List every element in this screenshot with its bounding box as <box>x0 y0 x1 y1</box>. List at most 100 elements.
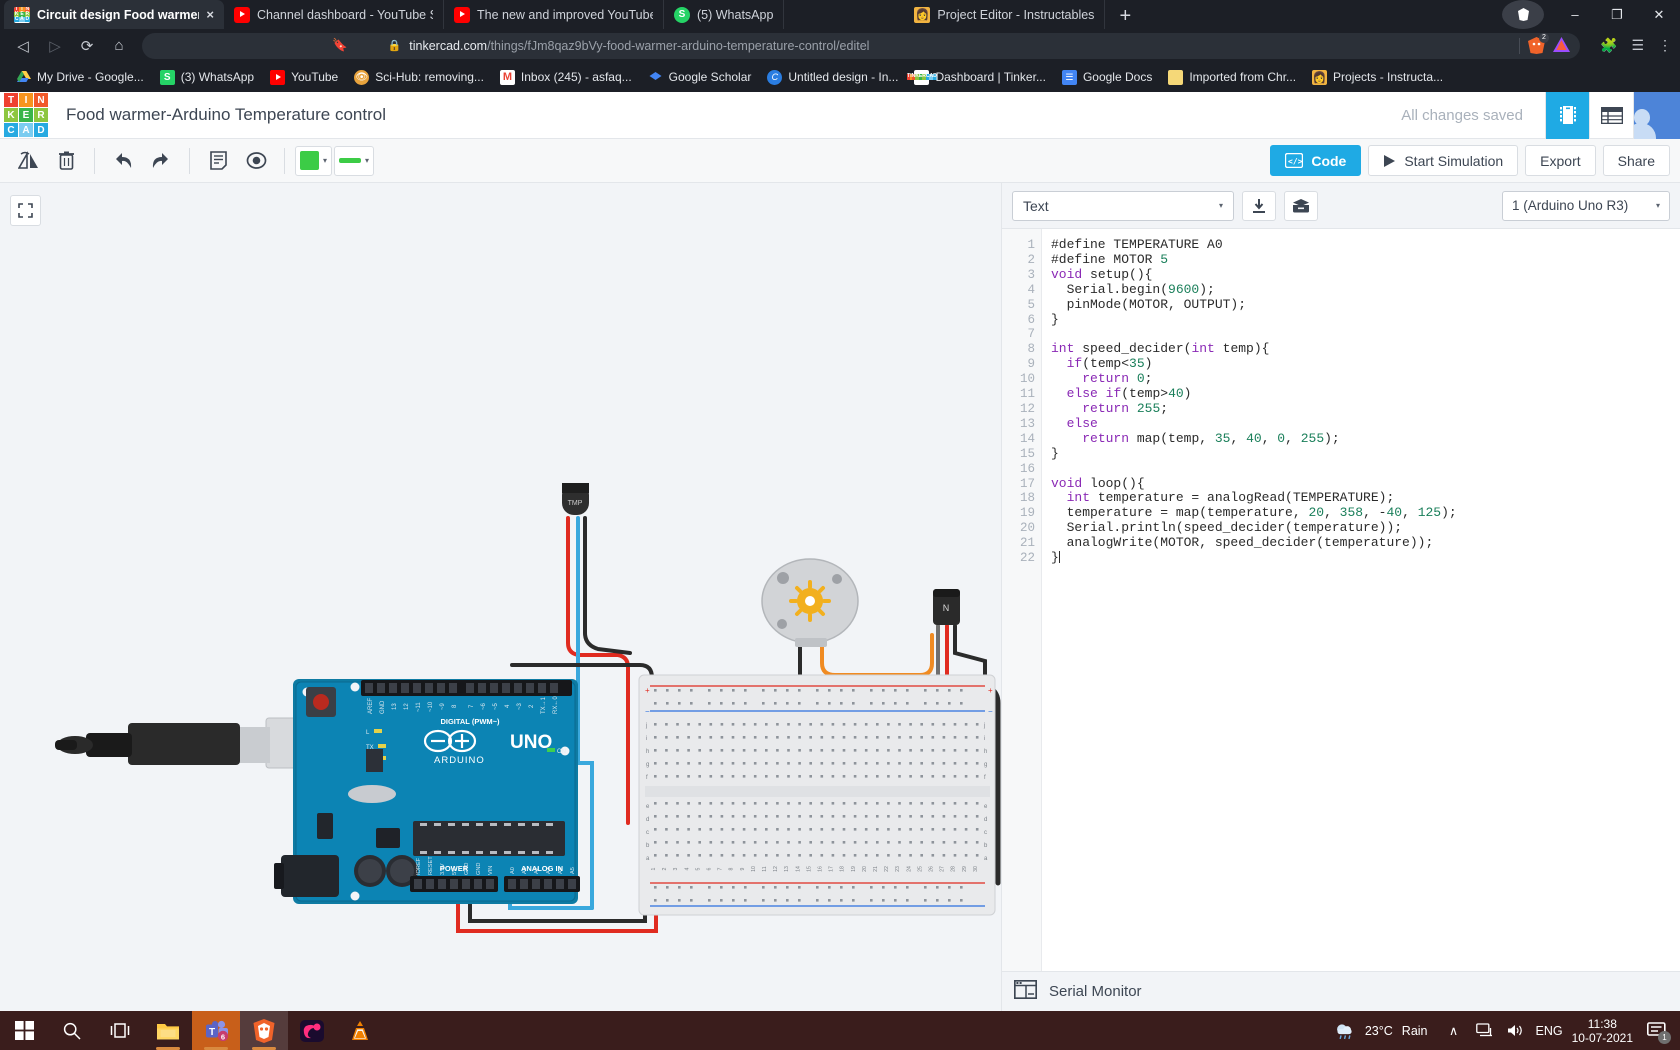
youtube-icon <box>234 7 250 23</box>
serial-monitor-bar[interactable]: Serial Monitor <box>1002 971 1680 1011</box>
avatar[interactable] <box>1633 92 1680 139</box>
tab-youtube-studio[interactable]: Channel dashboard - YouTube Studio <box>224 0 444 29</box>
tab-instructables[interactable]: Project Editor - Instructables <box>904 0 1105 29</box>
circuit-diagram[interactable]: TMP <box>0 183 1001 1011</box>
bookmark-youtube[interactable]: YouTube <box>262 67 346 88</box>
bookmark-google-docs[interactable]: ☰ Google Docs <box>1054 67 1160 88</box>
back-icon[interactable]: ◁ <box>8 32 38 60</box>
tab-title: Project Editor - Instructables <box>937 8 1094 22</box>
forward-icon[interactable]: ▷ <box>40 32 70 60</box>
code-mode-select[interactable]: Text ▾ <box>1012 191 1234 221</box>
brave-rewards-triangle-icon[interactable] <box>1553 37 1570 55</box>
weather-temperature[interactable]: 23°C <box>1365 1024 1393 1038</box>
file-explorer[interactable] <box>144 1011 192 1050</box>
fit-view-button[interactable] <box>10 195 41 226</box>
tab-whatsapp[interactable]: S (5) WhatsApp <box>664 0 784 29</box>
wire-color-picker[interactable]: ▾ <box>334 146 374 176</box>
clock[interactable]: 11:38 10-07-2021 <box>1572 1017 1633 1045</box>
bookmark-label: Dashboard | Tinker... <box>935 70 1046 84</box>
svg-text:h: h <box>646 749 649 755</box>
tinkercad-logo[interactable]: T I N K E R C A D <box>4 93 48 137</box>
chip-icon[interactable] <box>1545 92 1589 139</box>
bookmark-whatsapp[interactable]: S (3) WhatsApp <box>152 67 262 88</box>
bookmark-star-icon[interactable]: 🔖 <box>332 38 348 53</box>
browser-menu-icon[interactable]: ⋮ <box>1658 37 1672 54</box>
maximize-button[interactable]: ❐ <box>1596 0 1638 29</box>
address-bar[interactable]: 🔖 🔒 tinkercad.com/things/fJm8qaz9bVy-foo… <box>142 33 1580 59</box>
playlist-icon[interactable]: ☰ <box>1631 37 1644 54</box>
tab-tinkercad[interactable]: TIN KER CAD Circuit design Food warmer-A… <box>4 0 224 29</box>
tab-close-icon[interactable]: × <box>206 7 214 22</box>
bookmark-scihub[interactable]: 👁 Sci-Hub: removing... <box>346 67 492 88</box>
svg-text:~6: ~6 <box>481 702 487 710</box>
bookmark-instructables-projects[interactable]: Projects - Instructa... <box>1304 67 1451 88</box>
svg-text:18: 18 <box>840 866 846 872</box>
code-text[interactable]: #define TEMPERATURE A0 #define MOTOR 5 v… <box>1042 229 1680 971</box>
svg-text:15: 15 <box>806 866 812 872</box>
canva[interactable] <box>288 1011 336 1050</box>
eye-icon[interactable] <box>238 144 274 178</box>
component-color-picker[interactable]: ▾ <box>295 146 332 176</box>
trash-icon[interactable] <box>48 144 84 178</box>
bookmark-tinkercad-dashboard[interactable]: TIN KER CAD Dashboard | Tinker... <box>906 67 1054 88</box>
bookmark-my-drive[interactable]: My Drive - Google... <box>8 67 152 88</box>
code-mode-value: Text <box>1023 198 1049 214</box>
brave-shields-icon[interactable]: 2 <box>1528 37 1545 54</box>
svg-text:TX→1: TX→1 <box>541 696 547 714</box>
extensions-puzzle-icon[interactable]: 🧩 <box>1600 37 1617 54</box>
code-button[interactable]: </> Code <box>1270 145 1361 176</box>
rotate-icon[interactable] <box>10 144 46 178</box>
bookmark-gmail-inbox[interactable]: M Inbox (245) - asfaq... <box>492 67 640 88</box>
arduino-uno-r3: AREF GND 13 12 ~11 ~10 ~9 8 7 ~6 ~5 4 ~3… <box>274 679 580 904</box>
board-select[interactable]: 1 (Arduino Uno R3) ▾ <box>1502 191 1670 221</box>
windows-taskbar: T 6 <box>0 1011 1680 1050</box>
table-icon[interactable] <box>1589 92 1633 139</box>
microsoft-teams[interactable]: T 6 <box>192 1011 240 1050</box>
svg-text:17: 17 <box>829 866 835 872</box>
svg-text:~3: ~3 <box>517 702 523 710</box>
task-view-icon[interactable] <box>96 1011 144 1050</box>
logo-letter: N <box>34 93 48 107</box>
avatar-body <box>1633 123 1656 139</box>
weather-condition[interactable]: Rain <box>1402 1024 1428 1038</box>
svg-text:g: g <box>646 762 649 768</box>
minimize-button[interactable]: – <box>1554 0 1596 29</box>
language-indicator[interactable]: ENG <box>1536 1024 1563 1038</box>
chevron-up-icon[interactable]: ∧ <box>1443 1016 1465 1046</box>
library-icon[interactable] <box>1284 191 1318 221</box>
bookmark-imported-folder[interactable]: Imported from Chr... <box>1160 67 1304 88</box>
rain-cloud-icon[interactable] <box>1334 1016 1356 1046</box>
undo-arrow-icon[interactable] <box>105 144 141 178</box>
volume-icon[interactable] <box>1505 1016 1527 1046</box>
code-toolbar: Text ▾ 1 (Arduino <box>1002 183 1680 229</box>
circuit-canvas[interactable]: TMP <box>0 183 1001 1011</box>
search-icon[interactable] <box>48 1011 96 1050</box>
bookmark-label: Untitled design - In... <box>788 70 898 84</box>
network-icon[interactable] <box>1474 1016 1496 1046</box>
note-icon[interactable] <box>200 144 236 178</box>
project-title[interactable]: Food warmer-Arduino Temperature control <box>66 105 386 125</box>
wire-swatch <box>339 158 361 163</box>
svg-text:6: 6 <box>707 867 713 870</box>
redo-arrow-icon[interactable] <box>143 144 179 178</box>
code-editor[interactable]: 1 2 3 4 5 6 7 8 9 10 11 12 13 14 15 16 1… <box>1002 229 1680 971</box>
home-icon[interactable]: ⌂ <box>104 32 134 60</box>
tab-youtube-studio-new[interactable]: The new and improved YouTube Studi <box>444 0 664 29</box>
vlc-media-player[interactable] <box>336 1011 384 1050</box>
bookmark-canva[interactable]: C Untitled design - In... <box>759 67 906 88</box>
npn-transistor: N <box>933 589 960 625</box>
start-simulation-button[interactable]: Start Simulation <box>1368 145 1518 176</box>
brave-browser[interactable] <box>240 1011 288 1050</box>
brave-rewards-icon[interactable] <box>1502 0 1544 29</box>
notification-icon[interactable]: 1 <box>1642 1016 1670 1046</box>
close-window-button[interactable]: ✕ <box>1638 0 1680 29</box>
share-button[interactable]: Share <box>1603 145 1670 176</box>
export-button[interactable]: Export <box>1525 145 1595 176</box>
reload-icon[interactable]: ⟳ <box>72 32 102 60</box>
windows-start-icon[interactable] <box>0 1011 48 1050</box>
bookmark-google-scholar[interactable]: Google Scholar <box>640 67 760 88</box>
new-tab-button[interactable]: + <box>1105 6 1145 29</box>
logo-letter: K <box>4 108 18 122</box>
download-icon[interactable] <box>1242 191 1276 221</box>
svg-text:POWER: POWER <box>440 864 469 873</box>
